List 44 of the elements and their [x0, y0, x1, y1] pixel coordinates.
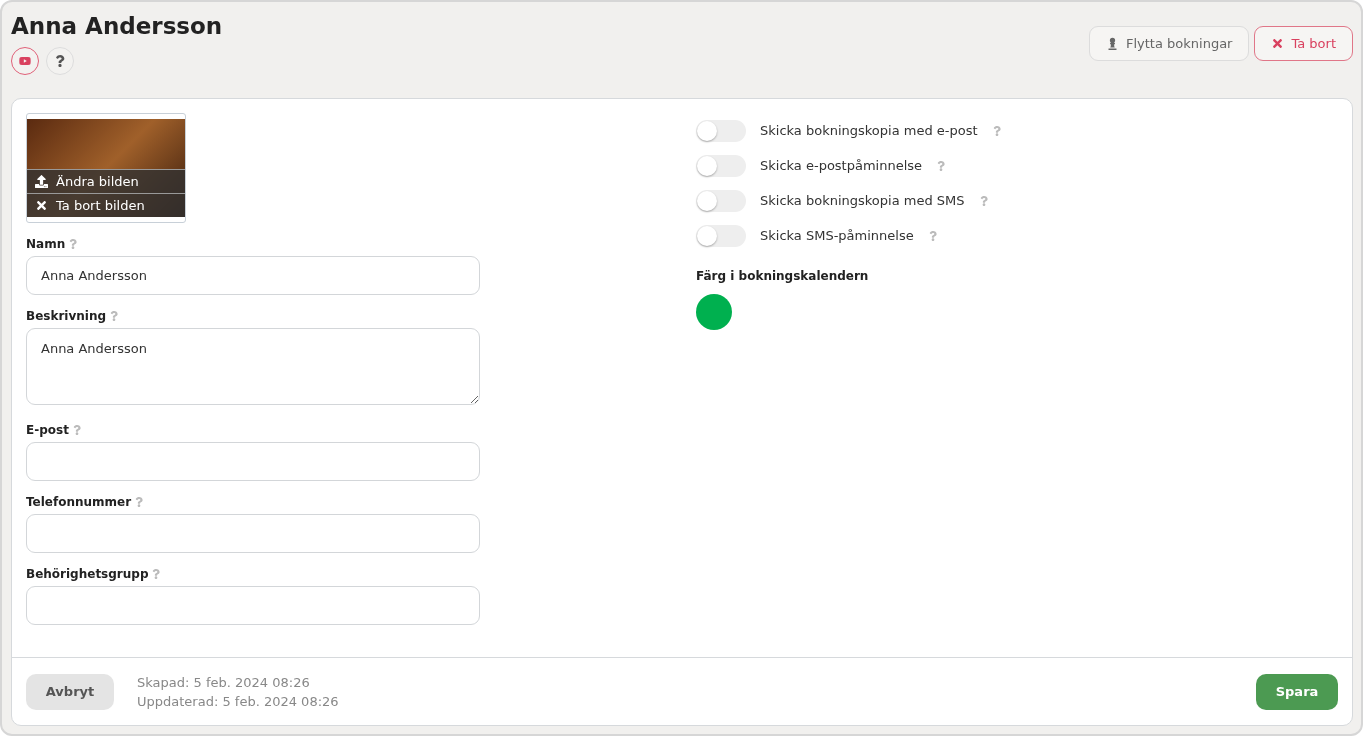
field-label: Beskrivning [26, 309, 107, 323]
upload-icon [35, 175, 48, 188]
created-timestamp: Skapad: 5 feb. 2024 08:26 [137, 673, 311, 692]
toggle-switch[interactable] [696, 189, 746, 212]
page-title: Anna Andersson [11, 12, 223, 40]
input-field[interactable]: Anna Andersson [26, 256, 480, 295]
input-field[interactable] [26, 586, 480, 625]
field-label: Telefonnummer [26, 495, 132, 509]
help-button[interactable] [46, 47, 74, 75]
help-icon[interactable] [936, 160, 947, 171]
help-icon[interactable] [68, 239, 79, 249]
delete-button[interactable]: Ta bort [1254, 26, 1353, 61]
remove-image-button[interactable]: Ta bort bilden [27, 193, 185, 217]
change-image-button[interactable]: Ändra bilden [27, 169, 185, 193]
description-field[interactable]: Anna Andersson [26, 328, 480, 405]
close-icon [1271, 37, 1285, 50]
close-icon [35, 199, 48, 212]
field-label: Behörighetsgrupp [26, 567, 149, 581]
help-icon[interactable] [151, 569, 162, 579]
help-icon [54, 55, 66, 67]
help-icon[interactable] [134, 497, 145, 507]
toggle-label: Skicka bokningskopia med e-post [760, 123, 978, 138]
help-icon[interactable] [109, 311, 120, 321]
field-label: Namn [26, 237, 66, 251]
toggle-switch[interactable] [696, 224, 746, 247]
help-icon[interactable] [71, 425, 82, 435]
field-label: E-post [26, 423, 69, 437]
toggle-label: Skicka SMS-påminnelse [760, 228, 914, 243]
cancel-button[interactable]: Avbryt [26, 673, 114, 710]
help-icon[interactable] [991, 125, 1002, 136]
help-icon[interactable] [927, 230, 938, 241]
field-label: Färg i bokningskalendern [696, 269, 869, 283]
move-bookings-button[interactable]: Flytta bokningar [1089, 26, 1250, 61]
updated-timestamp: Uppdaterad: 5 feb. 2024 08:26 [137, 692, 339, 711]
color-swatch[interactable] [696, 294, 732, 330]
input-field[interactable] [26, 514, 480, 553]
video-play-icon [19, 55, 31, 67]
video-button[interactable] [11, 47, 39, 75]
toggle-label: Skicka bokningskopia med SMS [760, 193, 965, 208]
toggle-switch[interactable] [696, 154, 746, 177]
toggle-switch[interactable] [696, 119, 746, 142]
help-icon[interactable] [978, 195, 989, 206]
toggle-label: Skicka e-postpåminnelse [760, 158, 923, 173]
input-field[interactable] [26, 442, 480, 481]
